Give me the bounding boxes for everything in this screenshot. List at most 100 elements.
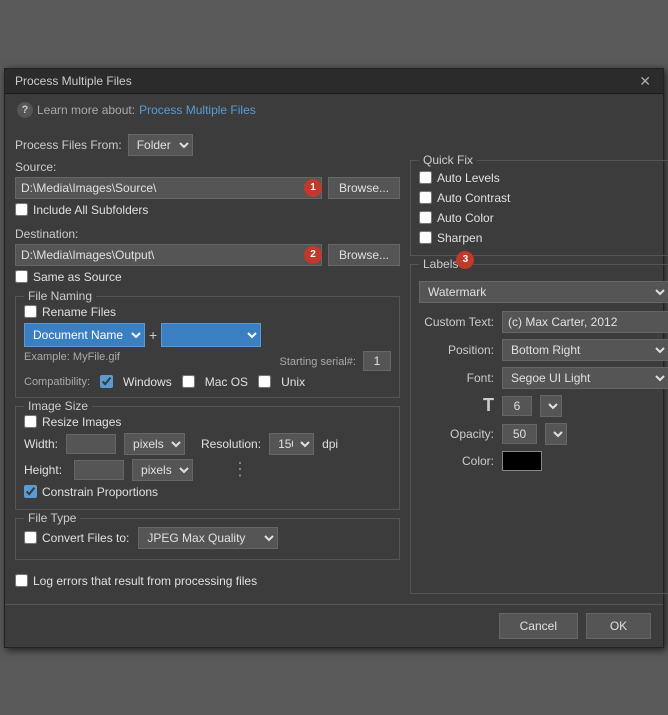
left-panel: Source: 1 Browse... Include All Subfolde…: [15, 160, 400, 594]
labels-group: Labels 3 Watermark None Caption Custom T…: [410, 264, 668, 594]
rename-files-checkbox[interactable]: [24, 305, 37, 318]
destination-browse-button[interactable]: Browse...: [328, 244, 400, 266]
destination-input[interactable]: [15, 244, 322, 266]
width-input[interactable]: [66, 434, 116, 454]
starting-serial-label: Starting serial#:: [280, 356, 356, 368]
process-from-select[interactable]: Folder Files: [128, 134, 193, 156]
auto-levels-checkbox[interactable]: [419, 171, 432, 184]
second-naming-select[interactable]: [161, 323, 261, 347]
resize-images-label: Resize Images: [42, 415, 121, 429]
image-size-group-label: Image Size: [24, 399, 92, 413]
color-label: Color:: [419, 454, 494, 468]
custom-text-row: Custom Text:: [419, 311, 668, 333]
height-input[interactable]: [74, 460, 124, 480]
example-row: Example: MyFile.gif Starting serial#:: [24, 351, 391, 371]
labels-group-label: Labels 3: [419, 257, 462, 271]
opacity-select[interactable]: ▼: [545, 423, 567, 445]
sharpen-row: Sharpen: [419, 231, 668, 245]
quick-fix-group: Quick Fix Auto Levels Auto Contrast Auto…: [410, 160, 668, 256]
auto-levels-row: Auto Levels: [419, 171, 668, 185]
resolution-label: Resolution:: [201, 437, 261, 451]
plus-sign: +: [149, 327, 157, 343]
convert-files-row: Convert Files to: JPEG Max Quality JPEG …: [24, 527, 391, 549]
log-errors-checkbox[interactable]: [15, 574, 28, 587]
height-unit-select[interactable]: pixels: [132, 459, 193, 481]
auto-contrast-label: Auto Contrast: [437, 191, 510, 205]
help-icon: ?: [17, 102, 33, 118]
constrain-row: Constrain Proportions: [24, 485, 391, 499]
naming-row: Document Name +: [24, 323, 391, 347]
font-size-select[interactable]: ▼: [540, 395, 562, 417]
watermark-type-select[interactable]: Watermark None Caption: [419, 281, 668, 303]
destination-label: Destination:: [15, 227, 400, 241]
source-input-row: 1 Browse...: [15, 177, 400, 199]
process-from-row: Process Files From: Folder Files: [5, 126, 663, 160]
font-size-input[interactable]: [502, 396, 532, 416]
sharpen-label: Sharpen: [437, 231, 482, 245]
auto-color-label: Auto Color: [437, 211, 494, 225]
help-link[interactable]: Process Multiple Files: [139, 103, 256, 117]
mac-label: Mac OS: [205, 375, 248, 389]
file-naming-group-label: File Naming: [24, 289, 96, 303]
resolution-select[interactable]: 150: [269, 433, 314, 455]
constrain-checkbox[interactable]: [24, 485, 37, 498]
sharpen-checkbox[interactable]: [419, 231, 432, 244]
rename-files-row: Rename Files: [24, 305, 391, 319]
convert-files-checkbox[interactable]: [24, 531, 37, 544]
same-as-source-label: Same as Source: [33, 270, 122, 284]
help-row: ? Learn more about: Process Multiple Fil…: [5, 94, 663, 126]
position-select[interactable]: Bottom Right Bottom Left Top Right Top L…: [502, 339, 668, 361]
font-select[interactable]: Segoe UI Light Arial Times New Roman: [502, 367, 668, 389]
position-label: Position:: [419, 343, 494, 357]
windows-checkbox[interactable]: [100, 375, 113, 388]
ok-button[interactable]: OK: [586, 613, 651, 639]
include-subfolders-label: Include All Subfolders: [33, 203, 148, 217]
compat-label: Compatibility:: [24, 376, 90, 388]
title-bar: Process Multiple Files ✕: [5, 69, 663, 94]
auto-color-row: Auto Color: [419, 211, 668, 225]
document-name-select[interactable]: Document Name: [24, 323, 145, 347]
mac-checkbox[interactable]: [182, 375, 195, 388]
font-size-T-icon: T: [419, 395, 494, 416]
width-resolution-row: Width: pixels Resolution: 150 dpi: [24, 433, 391, 455]
serial-input[interactable]: [363, 351, 391, 371]
custom-text-input[interactable]: [502, 311, 668, 333]
width-label: Width:: [24, 437, 58, 451]
auto-contrast-checkbox[interactable]: [419, 191, 432, 204]
resize-images-checkbox[interactable]: [24, 415, 37, 428]
help-prefix: Learn more about:: [37, 103, 135, 117]
color-swatch[interactable]: [502, 451, 542, 471]
include-subfolders-row: Include All Subfolders: [15, 203, 400, 217]
auto-contrast-row: Auto Contrast: [419, 191, 668, 205]
example-text: Example: MyFile.gif: [24, 351, 120, 371]
file-naming-group: File Naming Rename Files Document Name +…: [15, 296, 400, 398]
font-row: Font: Segoe UI Light Arial Times New Rom…: [419, 367, 668, 389]
auto-color-checkbox[interactable]: [419, 211, 432, 224]
same-as-source-checkbox[interactable]: [15, 270, 28, 283]
watermark-row: Watermark None Caption: [419, 281, 668, 303]
quick-fix-options: Auto Levels Auto Contrast Auto Color Sha…: [419, 171, 668, 247]
custom-text-label: Custom Text:: [419, 315, 494, 329]
close-button[interactable]: ✕: [637, 74, 653, 88]
dpi-label: dpi: [322, 437, 338, 451]
opacity-input[interactable]: [502, 424, 537, 444]
starting-serial-section: Starting serial#:: [280, 351, 392, 371]
log-errors-row: Log errors that result from processing f…: [15, 568, 400, 594]
resize-images-row: Resize Images: [24, 415, 391, 429]
include-subfolders-checkbox[interactable]: [15, 203, 28, 216]
source-section: Source: 1 Browse... Include All Subfolde…: [15, 160, 400, 219]
width-unit-select[interactable]: pixels: [124, 433, 185, 455]
content-area: Source: 1 Browse... Include All Subfolde…: [5, 160, 663, 604]
process-multiple-files-dialog: Process Multiple Files ✕ ? Learn more ab…: [4, 68, 664, 648]
unix-checkbox[interactable]: [258, 375, 271, 388]
source-label: Source:: [15, 160, 400, 174]
source-input[interactable]: [15, 177, 322, 199]
log-errors-label: Log errors that result from processing f…: [33, 574, 257, 588]
source-browse-button[interactable]: Browse...: [328, 177, 400, 199]
destination-input-row: 2 Browse...: [15, 244, 400, 266]
cancel-button[interactable]: Cancel: [499, 613, 578, 639]
labels-title-text: Labels: [423, 257, 458, 271]
source-badge: 1: [304, 179, 322, 197]
file-type-select[interactable]: JPEG Max Quality JPEG High Quality PNG T…: [138, 527, 278, 549]
bottom-buttons: Cancel OK: [5, 604, 663, 647]
